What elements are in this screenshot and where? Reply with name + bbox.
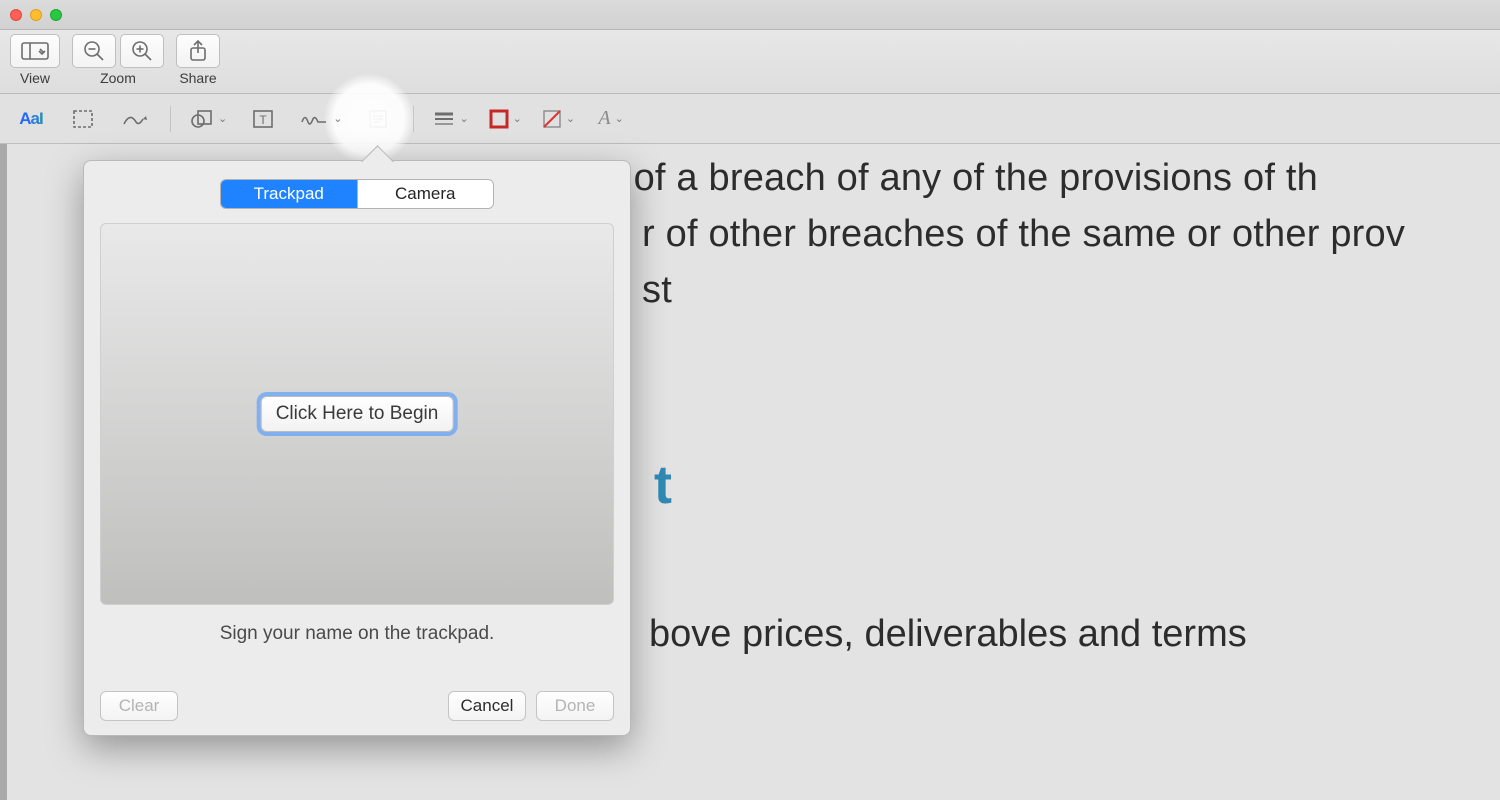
signature-canvas[interactable]: Click Here to Begin — [100, 223, 614, 605]
line-style-button[interactable]: ⌄ — [432, 103, 469, 135]
fullscreen-window-button[interactable] — [50, 9, 62, 21]
sketch-tool-button[interactable] — [118, 103, 152, 135]
shapes-button[interactable]: ⌄ — [189, 103, 228, 135]
fill-color-icon — [542, 109, 562, 129]
font-icon: A — [598, 107, 610, 130]
markup-toolbar: AaI ⌄ T ⌄ ⌄ ⌄ ⌄ A ⌄ — [0, 94, 1500, 144]
traffic-lights — [10, 9, 62, 21]
close-window-button[interactable] — [10, 9, 22, 21]
note-icon — [368, 109, 388, 129]
svg-text:T: T — [260, 113, 268, 127]
tab-trackpad[interactable]: Trackpad — [221, 180, 357, 208]
view-sidebar-button[interactable] — [10, 34, 60, 68]
chevron-down-icon: ⌄ — [566, 112, 575, 125]
signature-source-tabs: Trackpad Camera — [220, 179, 494, 209]
signature-button[interactable]: ⌄ — [298, 103, 343, 135]
signature-popover: Trackpad Camera Click Here to Begin Sign… — [83, 160, 631, 736]
chevron-down-icon: ⌄ — [333, 112, 342, 125]
line-style-icon — [433, 111, 455, 127]
zoom-in-icon — [131, 40, 153, 62]
fill-color-button[interactable]: ⌄ — [541, 103, 576, 135]
zoom-label: Zoom — [100, 70, 136, 86]
sketch-icon — [122, 110, 148, 128]
cancel-button[interactable]: Cancel — [448, 691, 526, 721]
zoom-out-button[interactable] — [72, 34, 116, 68]
tab-camera[interactable]: Camera — [357, 180, 494, 208]
chevron-down-icon: ⌄ — [615, 112, 624, 125]
zoom-in-button[interactable] — [120, 34, 164, 68]
document-text-line-4: bove prices, deliverables and terms — [649, 613, 1247, 656]
minimize-window-button[interactable] — [30, 9, 42, 21]
border-color-icon — [489, 109, 509, 129]
click-to-begin-button[interactable]: Click Here to Begin — [261, 396, 454, 432]
view-label: View — [20, 70, 50, 86]
signature-instruction: Sign your name on the trackpad. — [84, 623, 630, 645]
share-button[interactable] — [176, 34, 220, 68]
sidebar-icon — [21, 42, 49, 60]
chevron-down-icon: ⌄ — [459, 112, 468, 125]
window-titlebar — [0, 0, 1500, 30]
popover-actions: Clear Cancel Done — [100, 691, 614, 721]
chevron-down-icon: ⌄ — [218, 112, 227, 125]
share-label: Share — [179, 70, 216, 86]
separator — [413, 106, 414, 132]
main-toolbar: View Zoom Share — [0, 30, 1500, 94]
text-box-button[interactable]: T — [246, 103, 280, 135]
signature-icon — [299, 110, 329, 128]
text-style-button[interactable]: AaI — [14, 103, 48, 135]
clear-button[interactable]: Clear — [100, 691, 178, 721]
shapes-icon — [190, 109, 214, 129]
border-color-button[interactable]: ⌄ — [488, 103, 523, 135]
font-style-button[interactable]: A ⌄ — [594, 103, 628, 135]
text-box-icon: T — [252, 109, 274, 129]
share-icon — [188, 40, 208, 62]
text-style-icon: AaI — [19, 109, 42, 129]
note-button[interactable] — [361, 103, 395, 135]
chevron-down-icon: ⌄ — [513, 112, 522, 125]
zoom-out-icon — [83, 40, 105, 62]
separator — [170, 106, 171, 132]
document-heading-fragment: t — [654, 454, 672, 516]
done-button[interactable]: Done — [536, 691, 614, 721]
selection-icon — [72, 109, 94, 129]
selection-tool-button[interactable] — [66, 103, 100, 135]
